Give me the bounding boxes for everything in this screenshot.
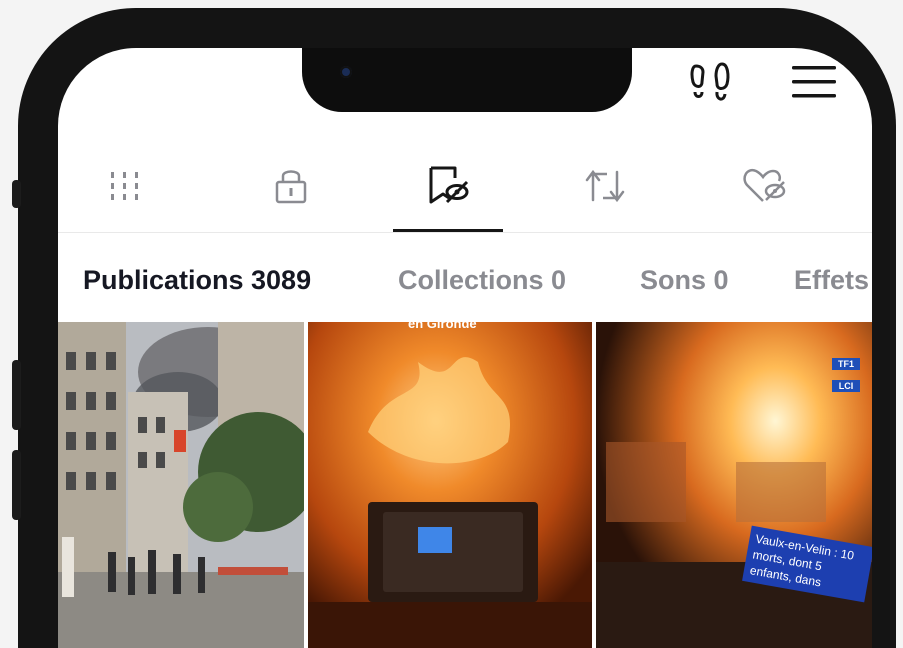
phone-side-button <box>12 180 21 208</box>
active-tab-indicator <box>393 229 503 232</box>
footprints-icon[interactable] <box>690 58 734 113</box>
lock-icon <box>273 166 309 211</box>
content-subtabs: Publications 3089 Collections 0 Sons 0 E… <box>58 258 872 302</box>
channel-logo-tf1: TF1 <box>832 358 860 370</box>
repost-icon <box>583 166 627 211</box>
subtab-sounds[interactable]: Sons 0 <box>640 258 729 302</box>
tab-videos-grid[interactable] <box>70 144 180 232</box>
app-screen: Publications 3089 Collections 0 Sons 0 E… <box>58 48 872 648</box>
camera-notch <box>302 48 632 112</box>
thumbnail-building-fire-image <box>58 322 304 648</box>
thumbnail-apartment-fire-image <box>596 322 872 648</box>
phone-volume-button <box>12 450 21 520</box>
video-grid: en Gironde TF1 LCI Vaulx-en-Velin: 10 m… <box>58 322 872 648</box>
hamburger-menu-icon[interactable] <box>790 62 838 107</box>
bookmark-hidden-icon <box>425 164 471 213</box>
tab-reposts[interactable] <box>550 144 660 232</box>
video-thumbnail[interactable] <box>58 322 304 648</box>
thumbnail-forest-fire-image <box>308 322 592 648</box>
channel-logo-lci: LCI <box>832 380 860 392</box>
tab-private[interactable] <box>236 144 346 232</box>
subtab-publications[interactable]: Publications 3089 <box>83 258 311 302</box>
video-thumbnail[interactable]: TF1 LCI Vaulx-en-Velin : 10 morts, dont … <box>596 322 872 648</box>
front-camera <box>340 66 352 78</box>
video-thumbnail[interactable]: en Gironde <box>308 322 592 648</box>
subtab-collections[interactable]: Collections 0 <box>398 258 566 302</box>
phone-volume-button <box>12 360 21 430</box>
grid-icon <box>107 168 143 209</box>
tab-liked[interactable] <box>710 144 820 232</box>
subtab-effects[interactable]: Effets <box>794 258 869 302</box>
thumbnail-caption: en Gironde <box>408 322 477 331</box>
heart-hidden-icon <box>741 165 789 212</box>
profile-tabs <box>58 144 872 233</box>
tab-saved[interactable] <box>393 144 503 232</box>
